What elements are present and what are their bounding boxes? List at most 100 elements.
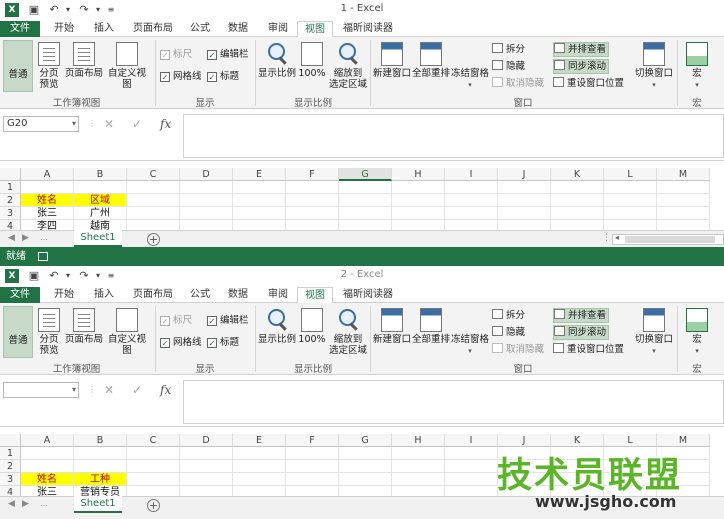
column-header-i[interactable]: I	[445, 168, 498, 181]
ruler-checkbox[interactable]: ✓ 标尺	[160, 313, 192, 328]
cell-c1[interactable]	[127, 181, 180, 194]
page-break-preview-button[interactable]: 分页 预览	[34, 40, 64, 92]
custom-views-button[interactable]: 自定义视图	[104, 306, 150, 358]
tab-page-layout[interactable]: 页面布局	[128, 21, 178, 37]
column-header-c[interactable]: C	[127, 434, 180, 447]
cancel-icon[interactable]: ✕	[104, 382, 114, 398]
cell-c2[interactable]	[127, 194, 180, 207]
tab-formulas[interactable]: 公式	[186, 287, 214, 303]
view-side-by-side-button[interactable]: 并排查看	[553, 308, 610, 323]
column-header-g[interactable]: G	[339, 168, 392, 181]
cell-k2[interactable]	[551, 194, 604, 207]
zoom-100-button[interactable]: 100%	[297, 306, 327, 358]
scroll-tabs-left-icon[interactable]: ◀	[8, 499, 15, 509]
row-header[interactable]: 4	[0, 220, 21, 230]
freeze-panes-button[interactable]: 冻结窗格 ▾	[450, 40, 490, 234]
add-sheet-icon[interactable]: +	[147, 233, 160, 246]
cell-c4[interactable]	[127, 486, 180, 496]
cell-b1[interactable]	[74, 447, 127, 460]
column-header-f[interactable]: F	[286, 168, 339, 181]
tab-home[interactable]: 开始	[48, 21, 80, 37]
tab-data[interactable]: 数据	[222, 21, 254, 37]
cell-a1[interactable]	[21, 181, 74, 194]
cell-h3[interactable]	[392, 207, 445, 220]
name-box[interactable]: G20 ▾	[3, 116, 79, 132]
worksheet-grid[interactable]: A B C D E F G H I J K L M 1 2 姓名 区域 3 张三 广州 4 李四 越南	[0, 168, 724, 230]
cell-l2[interactable]	[604, 194, 657, 207]
select-all-corner[interactable]	[0, 168, 21, 181]
select-all-corner[interactable]	[0, 434, 21, 447]
column-header-k[interactable]: K	[551, 434, 604, 447]
cell-k3[interactable]	[551, 207, 604, 220]
chevron-down-icon[interactable]: ▾	[72, 117, 76, 131]
cell-d3[interactable]	[180, 473, 233, 486]
formula-bar-checkbox[interactable]: ✓ 编辑栏	[207, 47, 249, 62]
cell-a2[interactable]: 姓名	[21, 194, 74, 207]
cell-b2[interactable]	[74, 460, 127, 473]
tab-foxit-reader[interactable]: 福昕阅读器	[340, 287, 396, 303]
cell-e3[interactable]	[233, 207, 286, 220]
cell-b4[interactable]: 营销专员	[74, 486, 127, 496]
reset-window-position-button[interactable]: 重设窗口位置	[553, 342, 624, 357]
column-header-h[interactable]: H	[392, 168, 445, 181]
cell-e3[interactable]	[233, 473, 286, 486]
cell-e4[interactable]	[233, 486, 286, 496]
synchronous-scrolling-button[interactable]: 同步滚动	[553, 59, 610, 74]
formula-bar-checkbox[interactable]: ✓ 编辑栏	[207, 313, 249, 328]
formula-input[interactable]	[183, 114, 724, 158]
cell-j4[interactable]	[498, 220, 551, 230]
cell-k1[interactable]	[551, 181, 604, 194]
cell-e4[interactable]	[233, 220, 286, 230]
cell-f1[interactable]	[286, 181, 339, 194]
cell-c4[interactable]	[127, 220, 180, 230]
cell-e2[interactable]	[233, 460, 286, 473]
column-header-g[interactable]: G	[339, 434, 392, 447]
row-header[interactable]: 2	[0, 194, 21, 207]
cell-m1[interactable]	[657, 181, 710, 194]
tab-file[interactable]: 文件	[0, 287, 40, 303]
switch-windows-button[interactable]: 切换窗口 ▾	[632, 306, 676, 358]
cell-f2[interactable]	[286, 460, 339, 473]
cell-a4[interactable]: 李四	[21, 220, 74, 230]
new-window-button[interactable]: 新建窗口	[372, 306, 412, 358]
column-header-m[interactable]: M	[657, 168, 710, 181]
ruler-checkbox[interactable]: ✓ 标尺	[160, 47, 192, 62]
cell-i4[interactable]	[445, 486, 498, 496]
chevron-down-icon[interactable]: ▾	[72, 383, 76, 397]
row-header[interactable]: 3	[0, 473, 21, 486]
cell-b2[interactable]: 区域	[74, 194, 127, 207]
cell-a2[interactable]	[21, 460, 74, 473]
more-tabs-icon[interactable]: …	[40, 233, 48, 242]
custom-views-button[interactable]: 自定义视图	[104, 40, 150, 92]
cell-e2[interactable]	[233, 194, 286, 207]
row-header[interactable]: 1	[0, 447, 21, 460]
tab-view[interactable]: 视图	[297, 287, 333, 304]
tab-foxit-reader[interactable]: 福昕阅读器	[340, 21, 396, 37]
cell-m2[interactable]	[657, 194, 710, 207]
normal-view-button[interactable]: 普通	[3, 40, 33, 235]
row-header[interactable]: 3	[0, 207, 21, 220]
scrollbar-thumb[interactable]	[625, 236, 715, 243]
zoom-button[interactable]: 显示比例	[258, 40, 296, 92]
tab-insert[interactable]: 插入	[88, 287, 120, 303]
cell-d4[interactable]	[180, 220, 233, 230]
reset-window-position-button[interactable]: 重设窗口位置	[553, 76, 624, 91]
page-break-preview-button[interactable]: 分页 预览	[34, 306, 64, 358]
freeze-panes-button[interactable]: 冻结窗格 ▾	[450, 306, 490, 500]
column-header-d[interactable]: D	[180, 434, 233, 447]
cell-i2[interactable]	[445, 460, 498, 473]
column-header-f[interactable]: F	[286, 434, 339, 447]
cell-e1[interactable]	[233, 447, 286, 460]
column-header-c[interactable]: C	[127, 168, 180, 181]
cell-m4[interactable]	[657, 220, 710, 230]
macro-record-icon[interactable]	[38, 252, 48, 261]
cell-h2[interactable]	[392, 194, 445, 207]
macros-button[interactable]: 宏 ▾	[680, 306, 714, 358]
insert-function-icon[interactable]: fx	[160, 116, 171, 132]
row-header[interactable]: 2	[0, 460, 21, 473]
column-header-e[interactable]: E	[233, 434, 286, 447]
scroll-left-icon[interactable]: ◂	[615, 233, 619, 242]
cell-g4[interactable]	[339, 220, 392, 230]
unhide-button[interactable]: 取消隐藏	[492, 76, 544, 91]
tab-file[interactable]: 文件	[0, 21, 40, 37]
